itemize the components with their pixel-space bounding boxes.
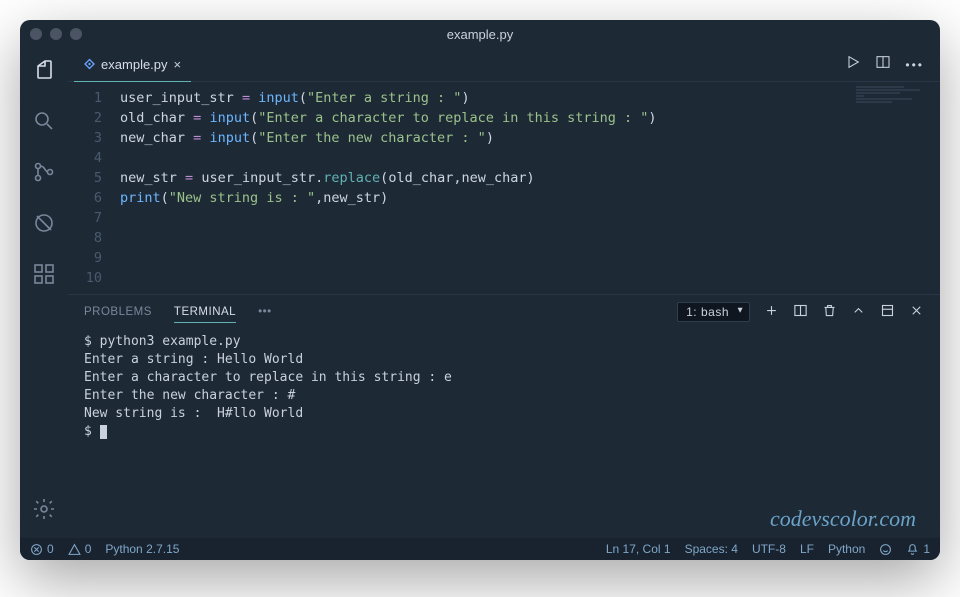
tab-filename: example.py <box>101 57 167 72</box>
panel: PROBLEMS TERMINAL ••• 1: bash $ python3 … <box>68 294 940 538</box>
zoom-dot[interactable] <box>70 28 82 40</box>
panel-actions: 1: bash <box>677 302 924 322</box>
activity-bar <box>20 48 68 538</box>
main: ⟐ example.py × ••• 12345678910 user_inpu… <box>68 48 940 538</box>
run-icon[interactable] <box>845 54 861 75</box>
status-python-version[interactable]: Python 2.7.15 <box>105 542 179 556</box>
split-terminal-icon[interactable] <box>793 303 808 321</box>
status-notifications[interactable]: 1 <box>906 542 930 556</box>
traffic-lights <box>30 28 82 40</box>
explorer-icon[interactable] <box>32 58 56 87</box>
new-terminal-icon[interactable] <box>764 303 779 321</box>
gear-icon[interactable] <box>32 497 56 526</box>
panel-tabs: PROBLEMS TERMINAL ••• 1: bash <box>68 295 940 329</box>
minimap[interactable] <box>856 86 936 126</box>
watermark: codevscolor.com <box>770 506 916 532</box>
search-icon[interactable] <box>32 109 56 138</box>
extensions-icon[interactable] <box>32 262 56 291</box>
close-panel-icon[interactable] <box>909 303 924 321</box>
editor-actions: ••• <box>845 54 934 75</box>
source-control-icon[interactable] <box>32 160 56 189</box>
status-warnings[interactable]: 0 <box>68 542 92 556</box>
terminal-select[interactable]: 1: bash <box>677 302 750 322</box>
code-content[interactable]: user_input_str = input("Enter a string :… <box>120 88 940 288</box>
vscode-window: example.py ⟐ example.py × ••• <box>20 20 940 560</box>
status-language[interactable]: Python <box>828 542 865 556</box>
maximize-panel-icon[interactable] <box>880 303 895 321</box>
tab-problems[interactable]: PROBLEMS <box>84 306 152 318</box>
status-errors[interactable]: 0 <box>30 542 54 556</box>
tab-terminal[interactable]: TERMINAL <box>174 306 236 323</box>
tab-example-py[interactable]: ⟐ example.py × <box>74 48 191 82</box>
status-bar: 0 0 Python 2.7.15 Ln 17, Col 1 Spaces: 4… <box>20 538 940 560</box>
status-feedback-icon[interactable] <box>879 543 892 556</box>
debug-icon[interactable] <box>32 211 56 240</box>
tab-bar: ⟐ example.py × ••• <box>68 48 940 82</box>
tab-close-icon[interactable]: × <box>174 57 182 72</box>
body: ⟐ example.py × ••• 12345678910 user_inpu… <box>20 48 940 538</box>
status-indent[interactable]: Spaces: 4 <box>685 542 738 556</box>
close-dot[interactable] <box>30 28 42 40</box>
status-eol[interactable]: LF <box>800 542 814 556</box>
trash-icon[interactable] <box>822 303 837 321</box>
status-cursor-pos[interactable]: Ln 17, Col 1 <box>606 542 671 556</box>
chevron-up-icon[interactable] <box>851 303 866 321</box>
minimize-dot[interactable] <box>50 28 62 40</box>
editor[interactable]: 12345678910 user_input_str = input("Ente… <box>68 82 940 294</box>
window-title: example.py <box>447 27 513 42</box>
status-encoding[interactable]: UTF-8 <box>752 542 786 556</box>
split-editor-icon[interactable] <box>875 54 891 75</box>
python-file-icon: ⟐ <box>84 56 95 73</box>
tab-more[interactable]: ••• <box>258 306 272 318</box>
more-actions-icon[interactable]: ••• <box>905 58 924 72</box>
line-gutter: 12345678910 <box>68 88 120 288</box>
titlebar: example.py <box>20 20 940 48</box>
